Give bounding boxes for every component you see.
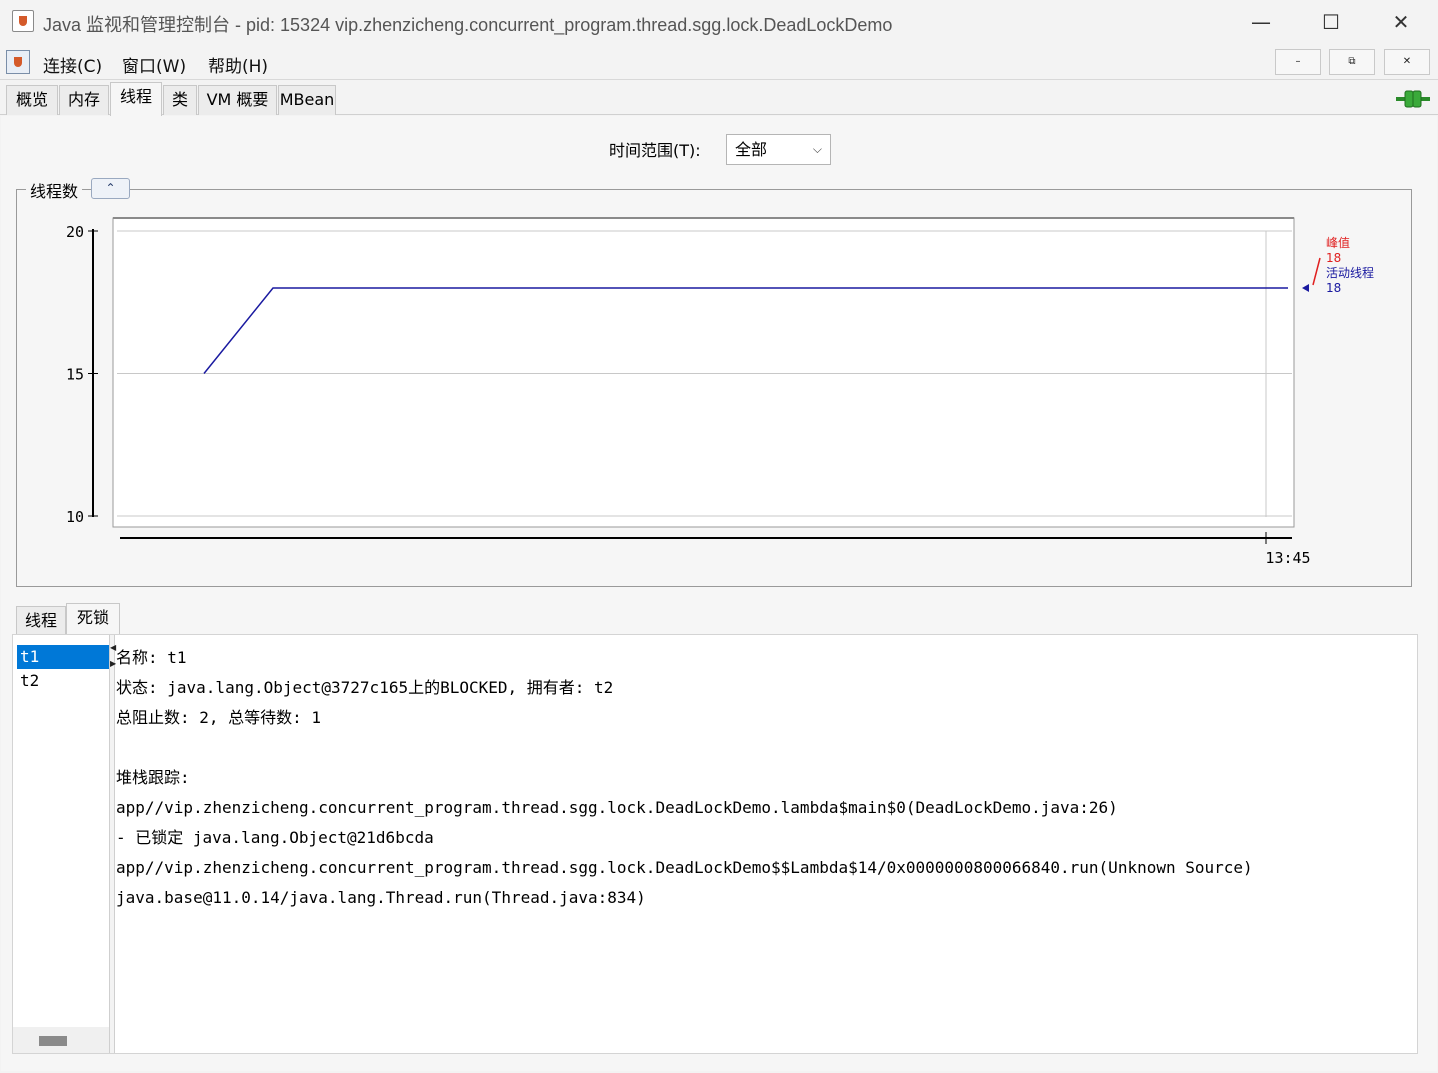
stack-lock-info: - 已锁定 java.lang.Object@21d6bcda: [116, 828, 434, 847]
detail-stack-heading: 堆栈跟踪:: [116, 768, 190, 787]
y-tick-label: 10: [66, 508, 84, 526]
thread-list: t1 t2: [13, 635, 111, 1053]
deadlock-panel: t1 t2 ◀ ▶ 名称: t1 状态: java.lang.Object@37…: [12, 634, 1418, 1054]
detail-state-line: 状态: java.lang.Object@3727c165上的BLOCKED, …: [116, 678, 614, 697]
subtab-threads[interactable]: 线程: [16, 606, 66, 636]
y-tick-label: 20: [66, 223, 84, 241]
thread-list-item-t1[interactable]: t1: [17, 645, 109, 669]
x-tick-label: 13:45: [1265, 549, 1310, 567]
detail-counts-line: 总阻止数: 2, 总等待数: 1: [116, 708, 322, 727]
legend-active-value: 18: [1326, 281, 1341, 295]
subtab-deadlock[interactable]: 死锁: [66, 603, 120, 636]
detail-blank-line: [116, 733, 1416, 763]
scrollbar-thumb[interactable]: [39, 1036, 67, 1046]
thread-list-item-t2[interactable]: t2: [17, 669, 109, 693]
legend-peak-label: 峰值: [1326, 235, 1350, 250]
split-pane-divider[interactable]: ◀ ▶: [109, 635, 116, 1053]
plot-area: [112, 217, 1295, 528]
thread-list-scrollbar[interactable]: [13, 1027, 111, 1053]
legend-active-label: 活动线程: [1326, 265, 1374, 280]
legend-peak-value: 18: [1326, 251, 1341, 265]
detail-name-line: 名称: t1: [116, 648, 187, 667]
sub-tab-bar: 线程 死锁: [12, 603, 1418, 636]
stack-frame: java.base@11.0.14/java.lang.Thread.run(T…: [116, 888, 646, 907]
stack-frame: app//vip.zhenzicheng.concurrent_program.…: [116, 798, 1118, 817]
legend-active-marker: [1302, 284, 1309, 292]
stack-frame: app//vip.zhenzicheng.concurrent_program.…: [116, 858, 1253, 877]
y-tick-label: 15: [66, 366, 84, 384]
thread-detail-text: 名称: t1 状态: java.lang.Object@3727c165上的BL…: [116, 643, 1416, 1051]
legend-peak-connector: [1312, 257, 1321, 286]
